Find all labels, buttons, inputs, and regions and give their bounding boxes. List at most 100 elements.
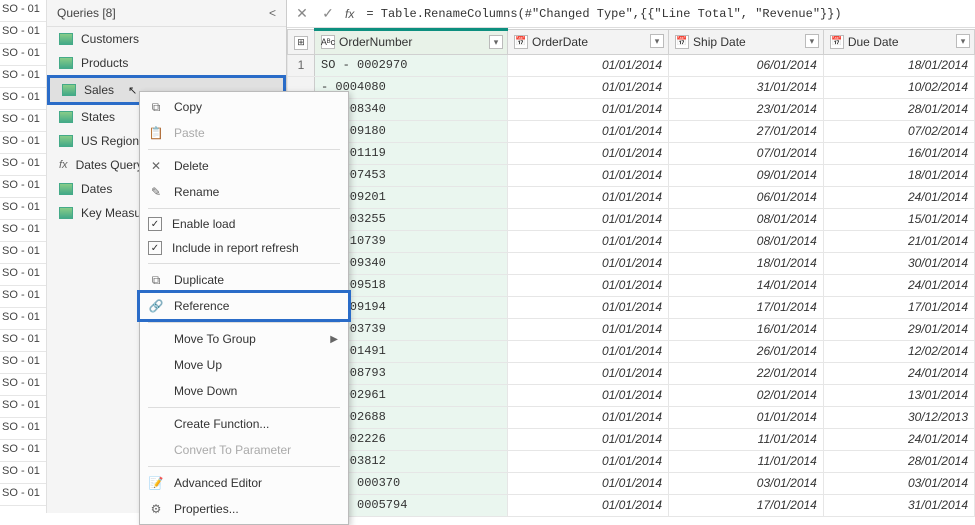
text-type-icon[interactable]: Aᴮc	[321, 35, 335, 49]
collapse-icon[interactable]: <	[269, 6, 276, 20]
queries-header[interactable]: Queries [8] <	[47, 0, 286, 27]
ctx-move-to-group[interactable]: Move To Group▶	[140, 326, 348, 352]
cell-date[interactable]: 11/01/2014	[669, 450, 824, 472]
ctx-advanced-editor[interactable]: 📝Advanced Editor	[140, 470, 348, 496]
cell-date[interactable]: 08/01/2014	[669, 208, 824, 230]
cell-date[interactable]: 01/01/2014	[508, 164, 669, 186]
fx-icon[interactable]: fx	[345, 7, 354, 21]
query-item-products[interactable]: Products	[47, 51, 286, 75]
cell-date[interactable]: 11/01/2014	[669, 428, 824, 450]
column-header-due-date[interactable]: 📅Due Date▾	[823, 30, 974, 55]
table-row[interactable]: - 000919401/01/201417/01/201417/01/2014	[288, 296, 975, 318]
ctx-include-refresh[interactable]: ✓Include in report refresh	[140, 236, 348, 260]
ctx-copy[interactable]: ⧉Copy	[140, 94, 348, 120]
filter-dropdown-icon[interactable]: ▾	[489, 35, 503, 49]
cell-date[interactable]: 01/01/2014	[508, 54, 669, 76]
cell-date[interactable]: 16/01/2014	[823, 142, 974, 164]
table-row[interactable]: - 001073901/01/201408/01/201421/01/2014	[288, 230, 975, 252]
cell-date[interactable]: 07/01/2014	[669, 142, 824, 164]
cell-date[interactable]: 28/01/2014	[823, 98, 974, 120]
cell-date[interactable]: 01/01/2014	[508, 208, 669, 230]
cell-date[interactable]: 01/01/2014	[508, 186, 669, 208]
cell-date[interactable]: 30/01/2014	[823, 252, 974, 274]
cell-date[interactable]: 01/01/2014	[508, 318, 669, 340]
column-header-ordernumber[interactable]: AᴮcOrderNumber▾	[315, 30, 508, 55]
ctx-enable-load[interactable]: ✓Enable load	[140, 212, 348, 236]
cell-date[interactable]: 18/01/2014	[823, 164, 974, 186]
cell-date[interactable]: 17/01/2014	[823, 296, 974, 318]
cell-date[interactable]: 16/01/2014	[669, 318, 824, 340]
cell-date[interactable]: 30/12/2013	[823, 406, 974, 428]
cell-date[interactable]: 24/01/2014	[823, 428, 974, 450]
cell-date[interactable]: 01/01/2014	[508, 274, 669, 296]
cell-date[interactable]: 01/01/2014	[508, 362, 669, 384]
cell-date[interactable]: 14/01/2014	[669, 274, 824, 296]
table-row[interactable]: - 000373901/01/201416/01/201429/01/2014	[288, 318, 975, 340]
ctx-rename[interactable]: ✎Rename	[140, 179, 348, 205]
cell-date[interactable]: 03/01/2014	[669, 472, 824, 494]
cell-date[interactable]: 01/01/2014	[508, 230, 669, 252]
table-row[interactable]: - 000408001/01/201431/01/201410/02/2014	[288, 76, 975, 98]
filter-dropdown-icon[interactable]: ▾	[650, 34, 664, 48]
data-grid[interactable]: ⊞AᴮcOrderNumber▾📅OrderDate▾📅Ship Date▾📅D…	[287, 28, 975, 513]
cell-date[interactable]: 01/01/2014	[508, 384, 669, 406]
cell-date[interactable]: 01/01/2014	[508, 428, 669, 450]
cell-date[interactable]: 09/01/2014	[669, 164, 824, 186]
cell-date[interactable]: 01/01/2014	[508, 142, 669, 164]
ctx-move-down[interactable]: Move Down	[140, 378, 348, 404]
cell-date[interactable]: 15/01/2014	[823, 208, 974, 230]
table-row[interactable]: - 000296101/01/201402/01/201413/01/2014	[288, 384, 975, 406]
cell-date[interactable]: 28/01/2014	[823, 450, 974, 472]
table-row[interactable]: - 000920101/01/201406/01/201424/01/2014	[288, 186, 975, 208]
confirm-icon[interactable]: ✓	[319, 5, 337, 22]
table-row[interactable]: - 000951801/01/201414/01/201424/01/2014	[288, 274, 975, 296]
cell-ordernumber[interactable]: SO - 0002970	[315, 54, 508, 76]
cell-date[interactable]: 01/01/2014	[508, 120, 669, 142]
table-row[interactable]: - 000879301/01/201422/01/201424/01/2014	[288, 362, 975, 384]
filter-dropdown-icon[interactable]: ▾	[805, 34, 819, 48]
cell-date[interactable]: 24/01/2014	[823, 362, 974, 384]
cell-date[interactable]: 01/01/2014	[508, 406, 669, 428]
table-row[interactable]: - 000934001/01/201418/01/201430/01/2014	[288, 252, 975, 274]
cell-date[interactable]: 18/01/2014	[823, 54, 974, 76]
ctx-move-up[interactable]: Move Up	[140, 352, 348, 378]
cell-date[interactable]: 18/01/2014	[669, 252, 824, 274]
cell-date[interactable]: 06/01/2014	[669, 186, 824, 208]
ctx-create-function[interactable]: Create Function...	[140, 411, 348, 437]
cell-date[interactable]: 06/01/2014	[669, 54, 824, 76]
cell-date[interactable]: 03/01/2014	[823, 472, 974, 494]
column-header-orderdate[interactable]: 📅OrderDate▾	[508, 30, 669, 55]
table-row[interactable]: - 000381201/01/201411/01/201428/01/2014	[288, 450, 975, 472]
cell-date[interactable]: 23/01/2014	[669, 98, 824, 120]
table-row[interactable]: - 000325501/01/201408/01/201415/01/2014	[288, 208, 975, 230]
cell-date[interactable]: 31/01/2014	[669, 76, 824, 98]
cell-date[interactable]: 21/01/2014	[823, 230, 974, 252]
table-row[interactable]: - 000149101/01/201426/01/201412/02/2014	[288, 340, 975, 362]
cell-date[interactable]: 01/01/2014	[508, 472, 669, 494]
row-number[interactable]: 1	[288, 54, 315, 76]
cell-date[interactable]: 24/01/2014	[823, 186, 974, 208]
table-row[interactable]: 20SO - 00037001/01/201403/01/201403/01/2…	[288, 472, 975, 494]
column-header-ship-date[interactable]: 📅Ship Date▾	[669, 30, 824, 55]
table-row[interactable]: - 000918001/01/201427/01/201407/02/2014	[288, 120, 975, 142]
cell-date[interactable]: 26/01/2014	[669, 340, 824, 362]
cell-date[interactable]: 01/01/2014	[508, 76, 669, 98]
cell-date[interactable]: 22/01/2014	[669, 362, 824, 384]
date-type-icon[interactable]: 📅	[830, 35, 844, 49]
cell-date[interactable]: 29/01/2014	[823, 318, 974, 340]
cell-date[interactable]: 01/01/2014	[669, 406, 824, 428]
cell-date[interactable]: 10/02/2014	[823, 76, 974, 98]
cell-date[interactable]: 07/02/2014	[823, 120, 974, 142]
date-type-icon[interactable]: 📅	[514, 35, 528, 49]
filter-dropdown-icon[interactable]: ▾	[956, 34, 970, 48]
ctx-reference[interactable]: 🔗Reference	[137, 290, 351, 322]
date-type-icon[interactable]: 📅	[675, 35, 689, 49]
cancel-icon[interactable]: ✕	[293, 5, 311, 22]
cell-date[interactable]: 01/01/2014	[508, 252, 669, 274]
cell-date[interactable]: 01/01/2014	[508, 296, 669, 318]
cell-date[interactable]: 12/02/2014	[823, 340, 974, 362]
table-row[interactable]: - 000268801/01/201401/01/201430/12/2013	[288, 406, 975, 428]
cell-date[interactable]: 17/01/2014	[669, 296, 824, 318]
table-row[interactable]: - 000834001/01/201423/01/201428/01/2014	[288, 98, 975, 120]
table-row[interactable]: - 000111901/01/201407/01/201416/01/2014	[288, 142, 975, 164]
